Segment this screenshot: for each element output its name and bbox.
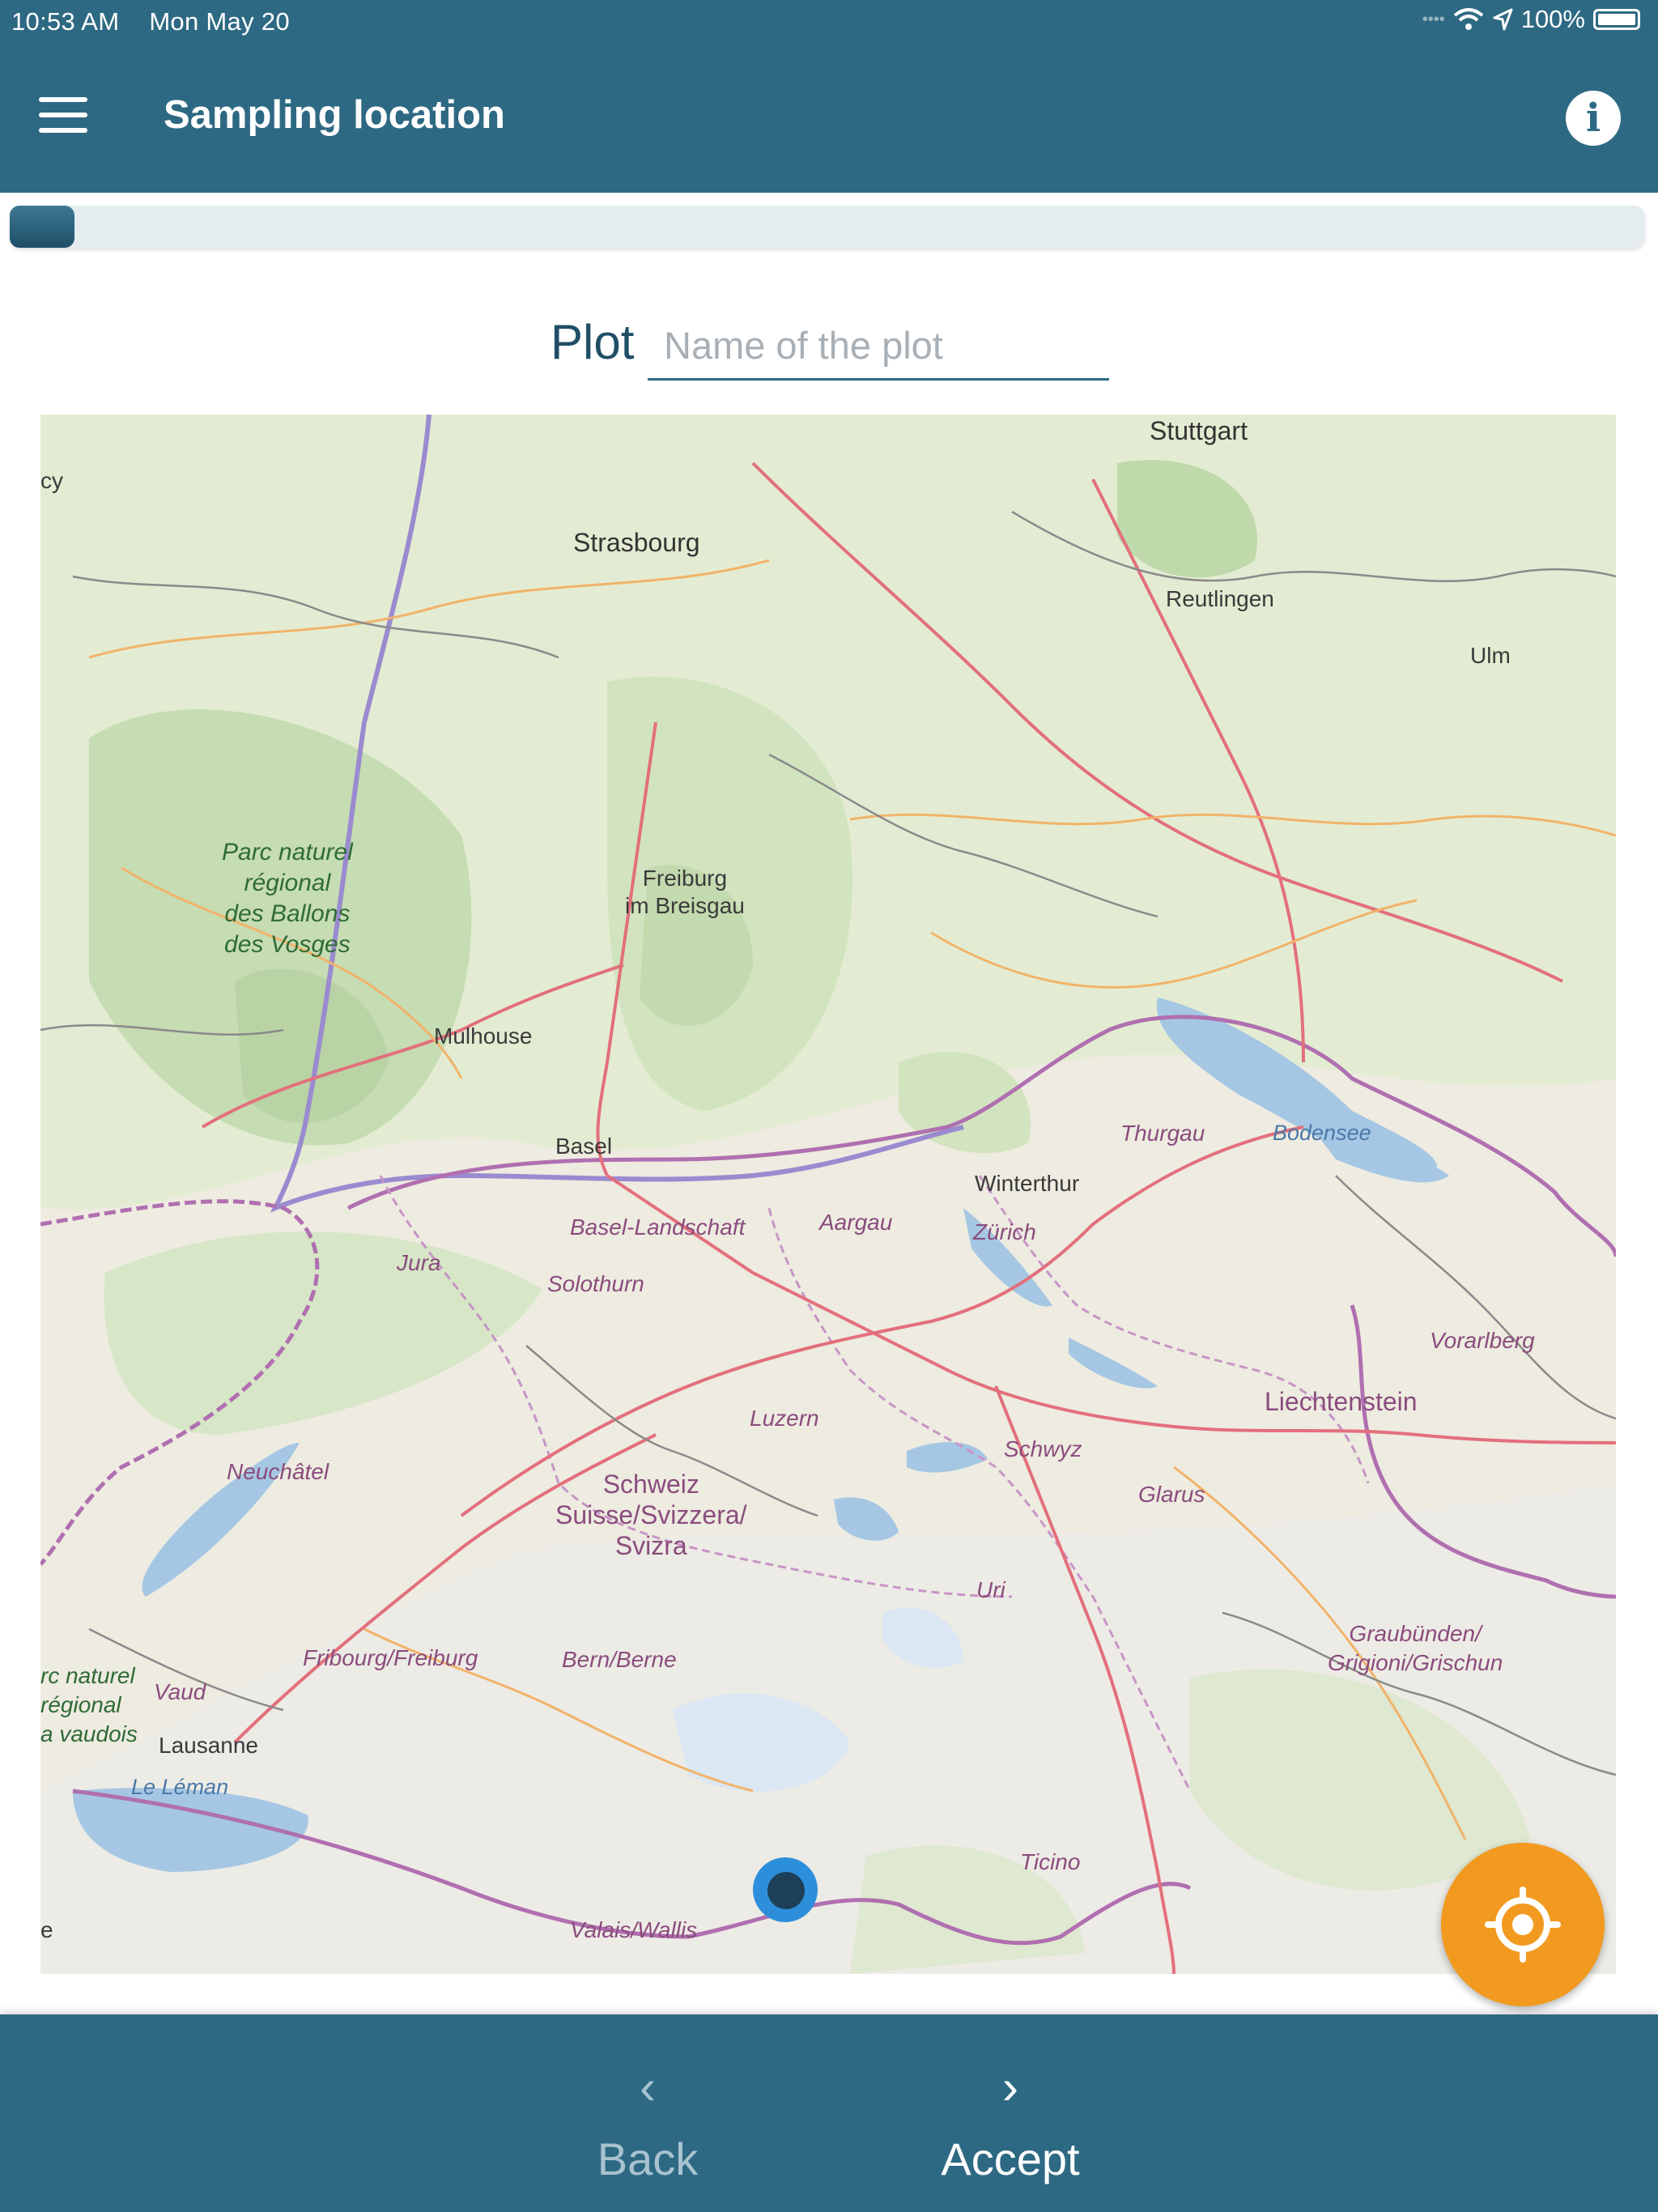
map-label-luzern: Luzern bbox=[750, 1406, 819, 1431]
map-label-park-vosges: Parc naturel régional des Ballons des Vo… bbox=[222, 837, 353, 960]
map-label-bern: Bern/Berne bbox=[562, 1647, 677, 1672]
map-label-lausanne: Lausanne bbox=[159, 1733, 259, 1758]
map-label-vaud: Vaud bbox=[154, 1679, 206, 1704]
map-label-bodensee: Bodensee bbox=[1273, 1121, 1371, 1145]
map-label-reutlingen: Reutlingen bbox=[1166, 586, 1274, 611]
map-label-line: des Ballons bbox=[224, 900, 351, 927]
map-label-line: des Vosges bbox=[224, 931, 351, 958]
map-label-glarus: Glarus bbox=[1138, 1482, 1205, 1507]
chevron-right-icon: › bbox=[1002, 2060, 1018, 2114]
map-label-mulhouse: Mulhouse bbox=[434, 1023, 533, 1049]
map-label-ulm: Ulm bbox=[1470, 643, 1511, 668]
map-label-line: Grigioni/Grischun bbox=[1328, 1650, 1503, 1675]
bottom-nav-bar: ‹ Back › Accept bbox=[0, 2014, 1658, 2212]
map-label-stuttgart: Stuttgart bbox=[1150, 416, 1248, 445]
wifi-icon bbox=[1453, 8, 1483, 30]
map-label-schwyz: Schwyz bbox=[1004, 1436, 1082, 1461]
plot-label: Plot bbox=[551, 315, 635, 369]
map-label-uri: Uri bbox=[976, 1577, 1005, 1602]
map-label-aargau: Aargau bbox=[819, 1210, 893, 1235]
map-label-valais: Valais/Wallis bbox=[570, 1917, 698, 1942]
app-header: Sampling location i bbox=[0, 42, 1658, 193]
map-label-line: régional bbox=[244, 870, 331, 896]
map-label-thurgau: Thurgau bbox=[1120, 1121, 1205, 1146]
map-label-jura: Jura bbox=[397, 1250, 441, 1275]
location-marker[interactable] bbox=[753, 1857, 818, 1922]
map-label-line: Svizra bbox=[614, 1531, 687, 1560]
chevron-left-icon: ‹ bbox=[640, 2060, 656, 2114]
crosshair-locate-icon bbox=[1485, 1887, 1561, 1963]
location-arrow-icon bbox=[1493, 8, 1513, 31]
map-label-strasbourg: Strasbourg bbox=[573, 528, 700, 557]
map-label-edge-cy: cy bbox=[40, 468, 63, 493]
accept-button[interactable]: › Accept bbox=[889, 2014, 1132, 2212]
map-label-freiburg: Freiburg im Breisgau bbox=[625, 865, 745, 920]
map-label-basel: Basel bbox=[555, 1134, 613, 1159]
map-view[interactable]: Stuttgart Strasbourg Reutlingen Ulm cy P… bbox=[40, 415, 1616, 1974]
map-label-line: a vaudois bbox=[40, 1721, 138, 1746]
map-label-park-vaudois: rc naturel régional a vaudois bbox=[40, 1661, 138, 1749]
map-label-liechtenstein: Liechtenstein bbox=[1265, 1387, 1418, 1416]
map-label-zurich: Zürich bbox=[973, 1219, 1036, 1244]
cellular-dots-icon: •••• bbox=[1422, 10, 1445, 28]
progress-bar bbox=[10, 206, 1645, 248]
battery-percent: 100% bbox=[1520, 5, 1585, 33]
map-label-line: rc naturel bbox=[40, 1663, 135, 1688]
back-button[interactable]: ‹ Back bbox=[526, 2014, 769, 2212]
info-button[interactable]: i bbox=[1566, 91, 1621, 146]
map-label-winterthur: Winterthur bbox=[975, 1171, 1080, 1196]
info-icon: i bbox=[1585, 96, 1601, 141]
map-label-solothurn: Solothurn bbox=[547, 1271, 644, 1296]
status-time: 10:53 AM bbox=[11, 7, 120, 36]
menu-button[interactable] bbox=[36, 97, 92, 138]
map-label-basel-landschaft: Basel-Landschaft bbox=[570, 1214, 746, 1240]
map-label-fribourg: Fribourg/Freiburg bbox=[303, 1645, 478, 1670]
map-label-line: Parc naturel bbox=[222, 839, 353, 866]
map-label-edge-e: e bbox=[40, 1917, 53, 1942]
map-label-switzerland: Schweiz Suisse/Svizzera/ Svizra bbox=[555, 1469, 747, 1561]
plot-name-input[interactable] bbox=[648, 313, 1109, 381]
page-title: Sampling location bbox=[164, 93, 505, 137]
map-tiles bbox=[40, 415, 1616, 1974]
status-date: Mon May 20 bbox=[149, 7, 290, 36]
map-label-neuchatel: Neuchâtel bbox=[227, 1459, 329, 1484]
back-label: Back bbox=[597, 2133, 699, 2184]
map-label-leman: Le Léman bbox=[131, 1775, 229, 1799]
map-label-line: régional bbox=[40, 1692, 121, 1717]
map-label-graubunden: Graubünden/ Grigioni/Grischun bbox=[1328, 1619, 1503, 1678]
map-label-line: Graubünden/ bbox=[1349, 1621, 1482, 1646]
map-label-ticino: Ticino bbox=[1020, 1849, 1081, 1874]
map-label-line: im Breisgau bbox=[625, 893, 745, 918]
map-label-line: Freiburg bbox=[642, 866, 728, 891]
map-label-vorarlberg: Vorarlberg bbox=[1430, 1328, 1535, 1353]
progress-fill bbox=[10, 206, 74, 248]
accept-label: Accept bbox=[941, 2133, 1080, 2184]
locate-me-button[interactable] bbox=[1441, 1843, 1605, 2006]
location-marker-center bbox=[767, 1872, 805, 1909]
map-label-line: Suisse/Svizzera/ bbox=[555, 1500, 747, 1529]
map-label-line: Schweiz bbox=[602, 1470, 699, 1499]
battery-icon bbox=[1593, 9, 1640, 30]
status-bar: 10:53 AM Mon May 20 •••• 100% bbox=[0, 0, 1658, 42]
